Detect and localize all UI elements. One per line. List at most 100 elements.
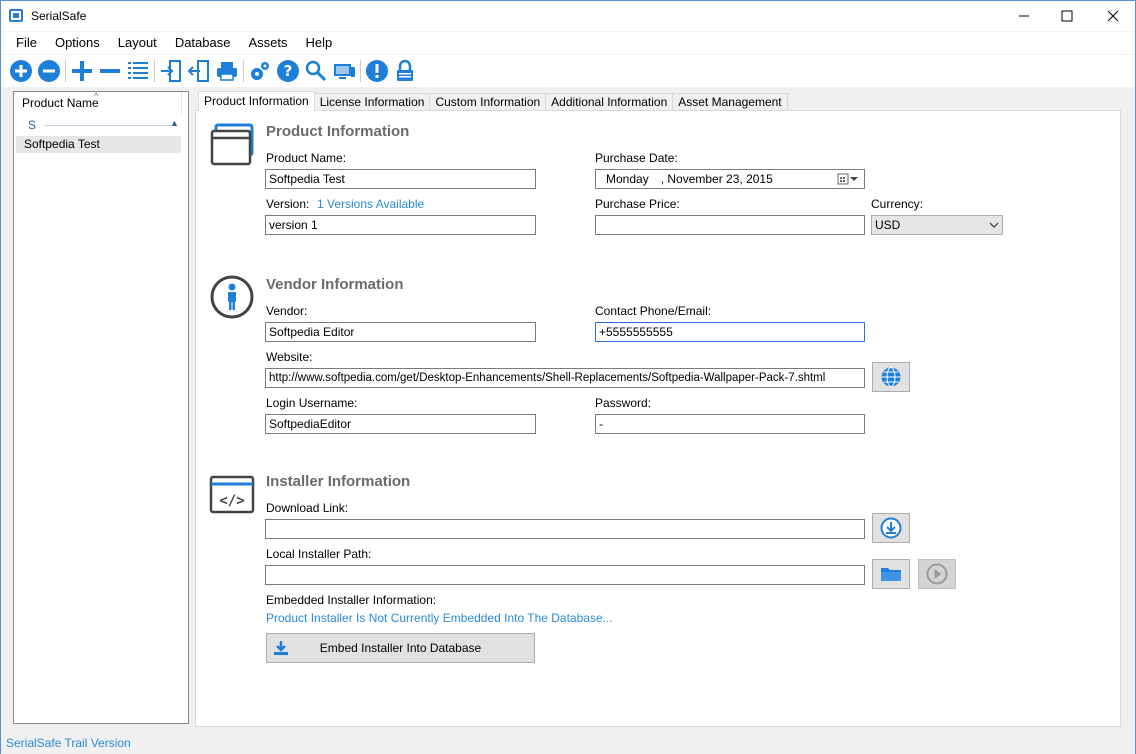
app-icon xyxy=(9,9,23,22)
tab-custom-information[interactable]: Custom Information xyxy=(429,93,547,111)
svg-text:</>: </> xyxy=(219,493,244,509)
website-field[interactable]: http://www.softpedia.com/get/Desktop-Enh… xyxy=(265,368,865,388)
password-field[interactable]: - xyxy=(595,414,865,434)
menu-database[interactable]: Database xyxy=(166,32,240,54)
close-icon xyxy=(1107,10,1119,22)
toolbar: ? xyxy=(1,55,1135,87)
purchase-date-day: Monday xyxy=(606,172,649,186)
vendor-field[interactable]: Softpedia Editor xyxy=(265,322,536,342)
download-button[interactable] xyxy=(872,513,910,543)
tab-strip: Product Information License Information … xyxy=(198,91,788,111)
vendor-section-title: Vendor Information xyxy=(266,276,404,293)
monitor-icon[interactable] xyxy=(330,57,358,85)
menu-bar: File Options Layout Database Assets Help xyxy=(1,32,1135,54)
folder-icon xyxy=(881,568,901,581)
browse-folder-button[interactable] xyxy=(872,559,910,589)
group-header: S xyxy=(28,118,37,132)
status-bar: SerialSafe Trail Version xyxy=(1,733,1135,754)
embed-installer-button[interactable]: Embed Installer Into Database xyxy=(266,633,535,663)
password-label: Password: xyxy=(595,396,652,410)
tab-license-information[interactable]: License Information xyxy=(313,93,431,111)
import-icon[interactable] xyxy=(157,57,185,85)
chevron-down-icon xyxy=(989,222,999,228)
currency-label: Currency: xyxy=(871,197,924,211)
list-item[interactable]: Softpedia Test xyxy=(16,136,181,153)
plus-icon[interactable] xyxy=(68,57,96,85)
installer-section-title: Installer Information xyxy=(266,473,411,490)
title-bar: SerialSafe xyxy=(1,1,1135,31)
remove-circle-icon[interactable] xyxy=(35,57,63,85)
tab-asset-management[interactable]: Asset Management xyxy=(672,93,788,111)
export-icon[interactable] xyxy=(185,57,213,85)
collapse-group-icon[interactable]: ▲ xyxy=(170,118,179,128)
minus-icon[interactable] xyxy=(96,57,124,85)
menu-assets[interactable]: Assets xyxy=(239,32,296,54)
website-label: Website: xyxy=(266,350,313,364)
close-button[interactable] xyxy=(1090,1,1136,31)
embed-installer-label: Embed Installer Into Database xyxy=(319,641,482,655)
tab-additional-information[interactable]: Additional Information xyxy=(545,93,674,111)
maximize-button[interactable] xyxy=(1044,1,1090,31)
globe-icon xyxy=(881,367,901,387)
print-icon[interactable] xyxy=(213,57,241,85)
menu-options[interactable]: Options xyxy=(46,32,109,54)
version-label: Version: xyxy=(266,197,310,211)
window-title: SerialSafe xyxy=(31,9,87,23)
settings-icon[interactable] xyxy=(246,57,274,85)
code-window-icon: </> xyxy=(209,475,255,514)
login-label: Login Username: xyxy=(266,396,358,410)
login-field[interactable]: SoftpediaEditor xyxy=(265,414,536,434)
search-icon[interactable] xyxy=(302,57,330,85)
local-path-label: Local Installer Path: xyxy=(266,547,372,561)
alert-icon[interactable] xyxy=(363,57,391,85)
windows-icon xyxy=(210,123,254,166)
lock-icon[interactable] xyxy=(391,57,419,85)
currency-select[interactable]: USD xyxy=(871,215,1003,235)
menu-file[interactable]: File xyxy=(7,32,46,54)
minimize-icon xyxy=(1019,15,1029,17)
vendor-label: Vendor: xyxy=(266,304,308,318)
open-website-button[interactable] xyxy=(872,362,910,392)
download-link-label: Download Link: xyxy=(266,501,349,515)
contact-label: Contact Phone/Email: xyxy=(595,304,712,318)
menu-help[interactable]: Help xyxy=(296,32,341,54)
svg-text:?: ? xyxy=(284,62,293,80)
purchase-date-picker[interactable]: Monday , November 23, 2015 xyxy=(595,169,865,189)
add-circle-icon[interactable] xyxy=(7,57,35,85)
download-icon xyxy=(880,517,902,539)
purchase-price-field[interactable] xyxy=(595,215,865,235)
versions-available-link[interactable]: 1 Versions Available xyxy=(317,197,424,211)
maximize-icon xyxy=(1061,10,1073,22)
product-name-column-header[interactable]: Product Name xyxy=(22,96,99,110)
product-name-field[interactable]: Softpedia Test xyxy=(265,169,536,189)
play-icon xyxy=(926,563,948,585)
calendar-dropdown-icon[interactable] xyxy=(836,172,860,186)
run-installer-button[interactable] xyxy=(918,559,956,589)
person-icon xyxy=(210,275,254,319)
list-icon[interactable] xyxy=(124,57,152,85)
product-list: Product Name ^ S ▲ Softpedia Test xyxy=(13,91,189,724)
local-path-field[interactable] xyxy=(265,565,865,585)
menu-layout[interactable]: Layout xyxy=(109,32,166,54)
download-arrow-icon xyxy=(274,641,288,655)
purchase-date-rest: , November 23, 2015 xyxy=(660,172,773,186)
embedded-status-text: Product Installer Is Not Currently Embed… xyxy=(266,611,613,625)
embedded-info-label: Embedded Installer Information: xyxy=(266,593,437,607)
sort-ascending-icon: ^ xyxy=(94,91,99,101)
product-section-title: Product Information xyxy=(266,123,410,140)
toolbar-separator xyxy=(243,60,244,82)
toolbar-separator xyxy=(154,60,155,82)
app-window: SerialSafe File Options Layout Database … xyxy=(0,0,1136,754)
purchase-date-label: Purchase Date: xyxy=(595,151,678,165)
product-name-label: Product Name: xyxy=(266,151,347,165)
minimize-button[interactable] xyxy=(1001,1,1047,31)
tab-product-information[interactable]: Product Information xyxy=(198,91,315,111)
version-field[interactable]: version 1 xyxy=(265,215,536,235)
contact-field[interactable]: +5555555555 xyxy=(595,322,865,342)
toolbar-separator xyxy=(65,60,66,82)
column-divider[interactable] xyxy=(181,92,182,114)
currency-value: USD xyxy=(875,218,901,232)
download-link-field[interactable] xyxy=(265,519,865,539)
help-icon[interactable]: ? xyxy=(274,57,302,85)
group-divider xyxy=(44,125,174,126)
